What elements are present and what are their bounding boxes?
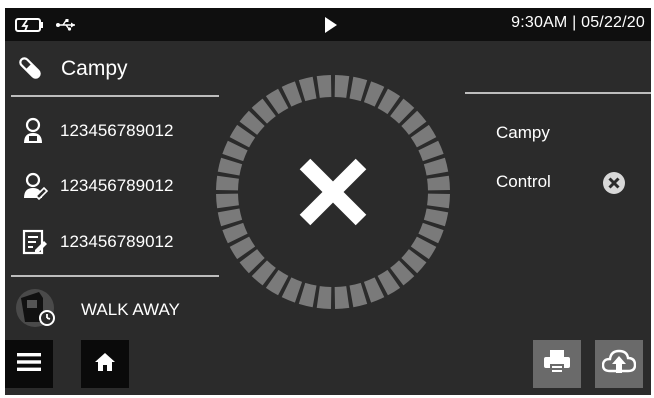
ring-segment — [316, 286, 332, 309]
status-bar: 9:30AM | 05/22/20 — [5, 8, 651, 41]
ring-segment — [217, 208, 243, 227]
ring-segment — [427, 175, 450, 191]
ring-segment — [423, 208, 449, 227]
operator-icon — [22, 172, 49, 205]
ring-segment — [423, 157, 449, 176]
result-target-label: Campy — [496, 123, 550, 142]
divider-right-top — [465, 92, 651, 94]
cloud-upload-icon — [601, 349, 637, 380]
divider-left-bottom — [11, 275, 219, 277]
result-control-label: Control — [496, 172, 551, 191]
assay-title: Campy — [61, 57, 128, 80]
walk-away-device-icon — [13, 288, 59, 333]
ring-segment — [334, 286, 350, 309]
print-button[interactable] — [533, 340, 581, 388]
operator-id: 123456789012 — [60, 176, 174, 195]
upload-button[interactable] — [595, 340, 643, 388]
home-button[interactable] — [81, 340, 129, 388]
patient-icon — [22, 117, 46, 150]
printer-icon — [543, 349, 571, 380]
sample-id: 123456789012 — [60, 232, 174, 251]
patient-id: 123456789012 — [60, 121, 174, 140]
ring-segment — [298, 76, 317, 102]
ring-segment — [216, 175, 239, 191]
sample-id-row[interactable]: 123456789012 — [5, 222, 215, 262]
ring-segment — [316, 75, 332, 98]
x-fail-icon — [299, 158, 367, 226]
usb-icon — [55, 18, 77, 37]
sample-form-icon — [22, 228, 48, 261]
menu-button[interactable] — [5, 340, 53, 388]
ring-segment — [427, 193, 450, 209]
play-icon[interactable] — [324, 16, 338, 39]
walk-away-label: WALK AWAY — [81, 300, 180, 319]
ring-segment — [217, 157, 243, 176]
tube-pen-icon — [19, 57, 41, 84]
progress-ring — [213, 72, 453, 317]
ring-segment — [298, 282, 317, 308]
ring-segment — [216, 193, 239, 209]
circle-x-icon[interactable] — [602, 171, 626, 200]
divider-left-top — [11, 95, 219, 97]
ring-segment — [334, 75, 350, 98]
device-screen: 9:30AM | 05/22/20 Campy 123456789012 123… — [5, 8, 651, 395]
ring-segment — [349, 76, 368, 102]
menu-icon — [16, 351, 42, 378]
clock-date: 9:30AM | 05/22/20 — [511, 14, 645, 31]
home-icon — [94, 352, 116, 377]
battery-charging-icon — [15, 18, 45, 37]
walk-away-row[interactable]: WALK AWAY — [5, 286, 215, 334]
ring-segment — [349, 282, 368, 308]
operator-id-row[interactable]: 123456789012 — [5, 166, 215, 206]
patient-id-row[interactable]: 123456789012 — [5, 111, 215, 151]
